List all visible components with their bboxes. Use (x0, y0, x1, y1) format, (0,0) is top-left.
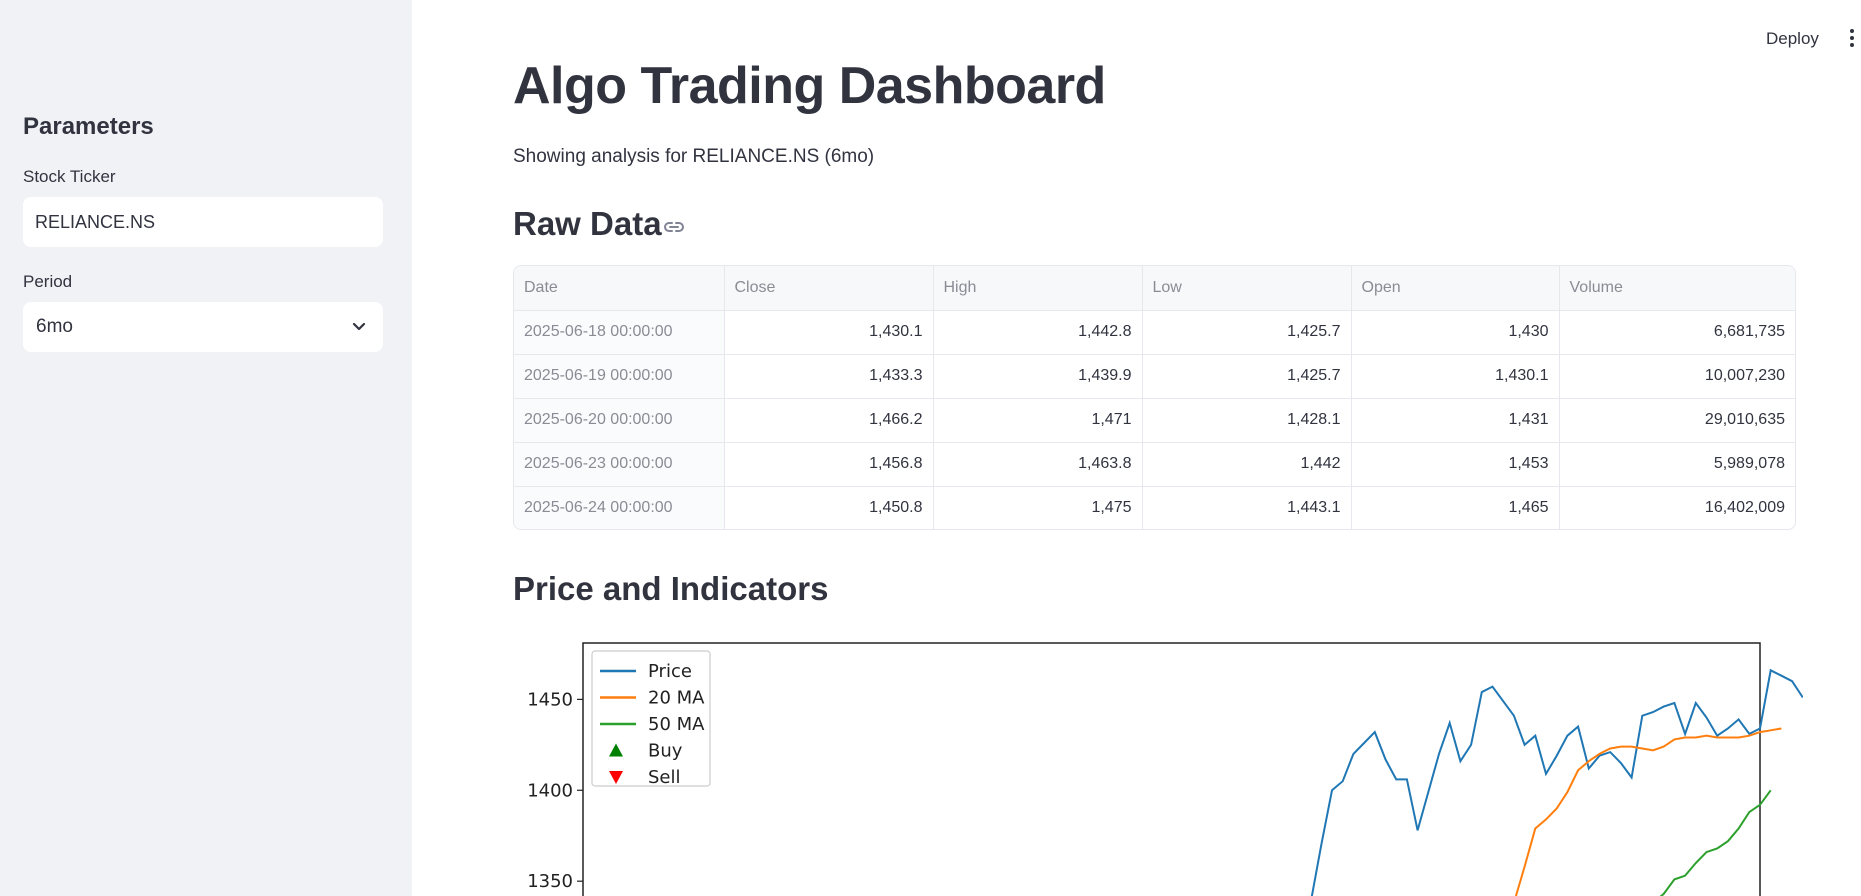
y-tick-label: 1400 (527, 780, 573, 801)
table-cell[interactable]: 1,442 (1142, 442, 1352, 487)
sidebar: Parameters Stock Ticker RELIANCE.NS Peri… (0, 0, 412, 896)
page-subtitle: Showing analysis for RELIANCE.NS (6mo) (513, 146, 875, 167)
table-cell[interactable]: 1,475 (933, 486, 1143, 529)
table-cell[interactable]: 1,442.8 (933, 310, 1143, 355)
table-cell[interactable]: 1,465 (1351, 486, 1560, 529)
legend-label: Sell (648, 767, 681, 788)
table-cell[interactable]: 1,450.8 (724, 486, 934, 529)
y-tick-label: 1450 (527, 689, 573, 710)
table-row: 2025-06-24 00:00:00 1,450.8 1,475 1,443.… (514, 486, 1795, 529)
main-content: Deploy Algo Trading Dashboard Showing an… (412, 0, 1861, 896)
period-label: Period (23, 272, 73, 291)
sidebar-title: Parameters (23, 113, 154, 140)
price-indicators-chart: 1350 1400 1450 Price 20 MA 50 MA Buy Sell (527, 642, 1803, 896)
table-row: 2025-06-18 00:00:00 1,430.1 1,442.8 1,42… (514, 310, 1795, 355)
column-header[interactable]: Date (514, 266, 725, 311)
table-cell[interactable]: 1,430.1 (724, 310, 934, 355)
raw-data-table: Date Close High Low Open Volume 2025-06-… (513, 265, 1796, 530)
column-header[interactable]: Close (724, 266, 934, 311)
table-cell[interactable]: 1,453 (1351, 442, 1560, 487)
table-cell[interactable]: 29,010,635 (1559, 398, 1795, 443)
chart-heading: Price and Indicators (513, 570, 829, 607)
column-header[interactable]: High (933, 266, 1143, 311)
page-title: Algo Trading Dashboard (513, 57, 1106, 115)
table-cell[interactable]: 1,439.9 (933, 354, 1143, 399)
table-cell[interactable]: 2025-06-19 00:00:00 (514, 354, 725, 399)
table-row: 2025-06-20 00:00:00 1,466.2 1,471 1,428.… (514, 398, 1795, 443)
table-cell[interactable]: 1,425.7 (1142, 310, 1352, 355)
raw-data-heading: Raw Data (513, 205, 662, 242)
chart-frame (582, 642, 1761, 896)
column-header[interactable]: Open (1351, 266, 1560, 311)
table-cell[interactable]: 2025-06-24 00:00:00 (514, 486, 725, 529)
legend-label: 50 MA (648, 714, 705, 735)
table-cell[interactable]: 1,443.1 (1142, 486, 1352, 529)
table-cell[interactable]: 6,681,735 (1559, 310, 1795, 355)
table-header-row: Date Close High Low Open Volume (514, 266, 1795, 311)
table-cell[interactable]: 2025-06-18 00:00:00 (514, 310, 725, 355)
legend-label: 20 MA (648, 688, 705, 709)
table-cell[interactable]: 10,007,230 (1559, 354, 1795, 399)
period-select[interactable]: 6mo (23, 302, 383, 352)
chevron-down-icon (352, 322, 366, 331)
ticker-label: Stock Ticker (23, 167, 116, 186)
table-cell[interactable]: 5,989,078 (1559, 442, 1795, 487)
table-cell[interactable]: 1,456.8 (724, 442, 934, 487)
table-cell[interactable]: 1,430 (1351, 310, 1560, 355)
table-cell[interactable]: 1,430.1 (1351, 354, 1560, 399)
period-select-value: 6mo (36, 316, 73, 337)
table-cell[interactable]: 1,433.3 (724, 354, 934, 399)
link-icon[interactable] (662, 217, 686, 237)
table-cell[interactable]: 1,466.2 (724, 398, 934, 443)
table-cell[interactable]: 1,471 (933, 398, 1143, 443)
main-menu-icon[interactable] (1847, 29, 1857, 51)
deploy-button[interactable]: Deploy (1766, 29, 1819, 49)
y-tick-label: 1350 (527, 871, 573, 892)
table-cell[interactable]: 1,463.8 (933, 442, 1143, 487)
column-header[interactable]: Low (1142, 266, 1352, 311)
table-cell[interactable]: 16,402,009 (1559, 486, 1795, 529)
table-row: 2025-06-23 00:00:00 1,456.8 1,463.8 1,44… (514, 442, 1795, 487)
legend-label: Buy (648, 741, 683, 762)
column-header[interactable]: Volume (1559, 266, 1795, 311)
legend-label: Price (648, 661, 692, 682)
table-cell[interactable]: 1,425.7 (1142, 354, 1352, 399)
table-cell[interactable]: 2025-06-23 00:00:00 (514, 442, 725, 487)
table-row: 2025-06-19 00:00:00 1,433.3 1,439.9 1,42… (514, 354, 1795, 399)
table-cell[interactable]: 1,428.1 (1142, 398, 1352, 443)
table-cell[interactable]: 1,431 (1351, 398, 1560, 443)
table-cell[interactable]: 2025-06-20 00:00:00 (514, 398, 725, 443)
ticker-input[interactable]: RELIANCE.NS (23, 197, 383, 247)
